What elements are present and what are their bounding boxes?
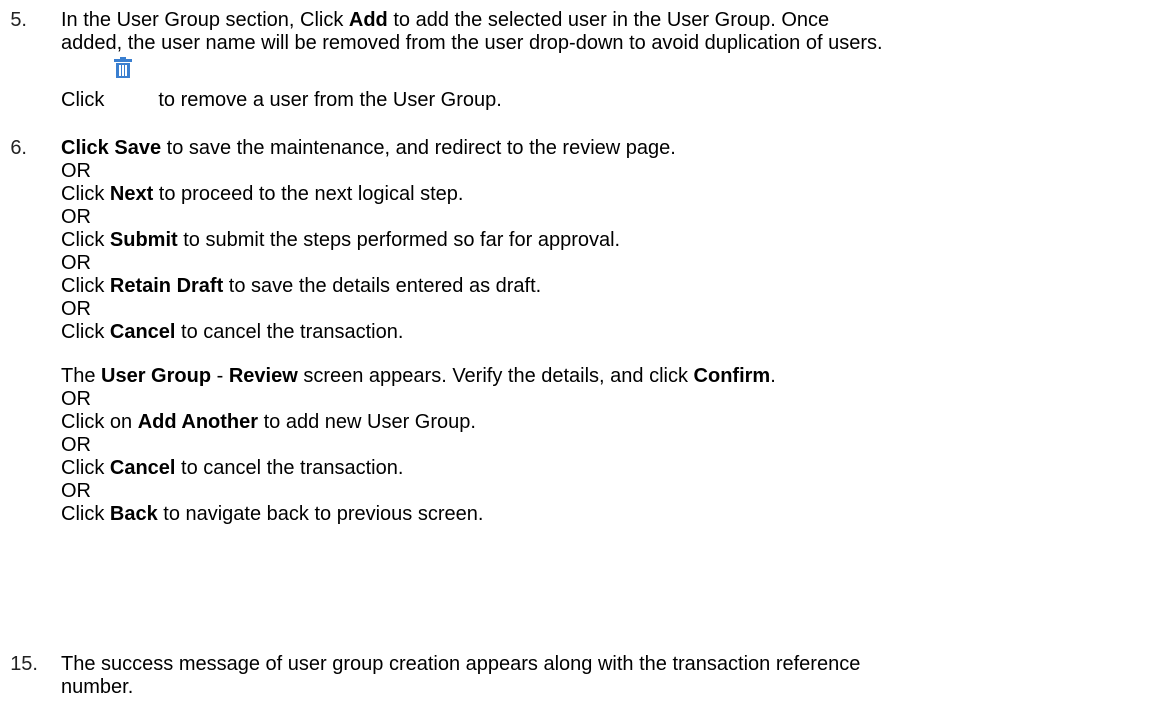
step-6-actions: Click Save to save the maintenance, and … <box>61 137 676 343</box>
step-number: 6. <box>10 137 27 159</box>
step-5-line-1: In the User Group section, Click Add to … <box>61 9 830 31</box>
step-number: 15. <box>10 653 38 675</box>
document-page: { "steps": [ { "number": "5.", "line1": … <box>0 0 1156 709</box>
step-number: 5. <box>10 9 27 31</box>
step-5-line-3: Click to remove a user from the User Grou… <box>61 89 502 111</box>
step-15-text: The success message of user group creati… <box>61 653 861 698</box>
step-5-text: In the User Group section, Click Add to … <box>61 9 883 55</box>
step-6-review: The User Group - Review screen appears. … <box>61 365 776 525</box>
step-5-line-2: added, the user name will be removed fro… <box>61 32 883 54</box>
trash-icon <box>109 56 137 80</box>
